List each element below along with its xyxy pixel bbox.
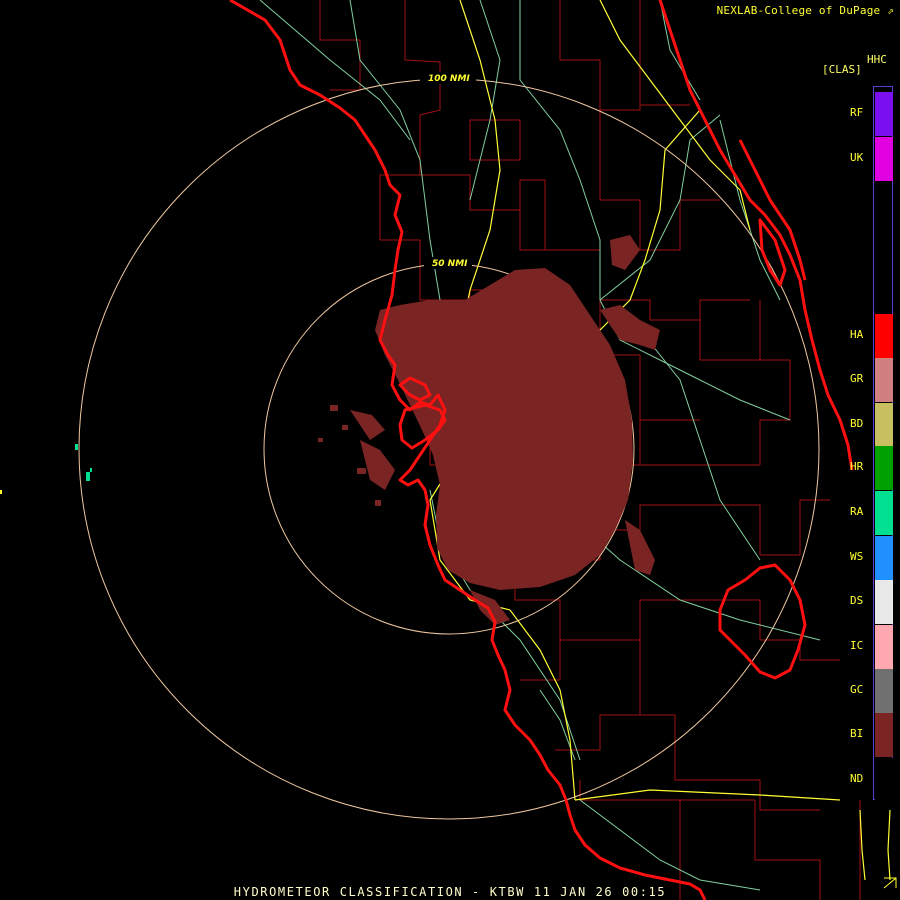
- range-ring-label-50: 50 NMI: [432, 259, 468, 269]
- legend-label-nd: ND: [850, 772, 864, 785]
- legend-swatch-gc: [875, 669, 893, 713]
- legend-label-ws: WS: [850, 550, 864, 563]
- legend-label-ra: RA: [850, 505, 864, 518]
- legend-colorbar: [873, 86, 893, 802]
- edge-marks: [0, 490, 2, 494]
- legend-swatch-ha: [875, 314, 893, 358]
- legend-swatch-ra: [875, 491, 893, 535]
- external-link-icon: ⇗: [887, 4, 894, 17]
- legend-swatch-ws: [875, 536, 893, 580]
- legend-label-ha: HA: [850, 328, 864, 341]
- product-subtitle: [CLAS]: [822, 63, 862, 76]
- legend-label-ds: DS: [850, 594, 864, 607]
- legend-label-ic: IC: [850, 639, 864, 652]
- legend-label-gr: GR: [850, 372, 864, 385]
- clutter-specks: [75, 444, 92, 481]
- legend-swatch-ds: [875, 580, 893, 624]
- legend-label-hr: HR: [850, 460, 864, 473]
- range-ring-label-100: 100 NMI: [428, 74, 470, 84]
- legend-swatch-ic: [875, 625, 893, 669]
- product-caption: HYDROMETEOR CLASSIFICATION - KTBW 11 JAN…: [233, 885, 667, 899]
- legend-label-gc: GC: [850, 683, 864, 696]
- legend-swatch-nd: [875, 758, 893, 802]
- product-code: HHC: [867, 53, 887, 66]
- legend-swatch-bi: [875, 713, 893, 757]
- legend-swatch-rf: [875, 92, 893, 136]
- legend-swatch-hr: [875, 446, 893, 490]
- legend-swatch-uk: [875, 137, 893, 181]
- legend-swatch-gr: [875, 358, 893, 402]
- legend-label-bi: BI: [850, 727, 864, 740]
- credit-text: NEXLAB-College of DuPage ⇗: [716, 4, 894, 17]
- legend-label-rf: RF: [850, 106, 864, 119]
- legend-swatch-bd: [875, 403, 893, 447]
- legend-label-uk: UK: [850, 151, 864, 164]
- legend-label-bd: BD: [850, 417, 864, 430]
- radar-map: 100 NMI 50 NMI: [0, 0, 897, 900]
